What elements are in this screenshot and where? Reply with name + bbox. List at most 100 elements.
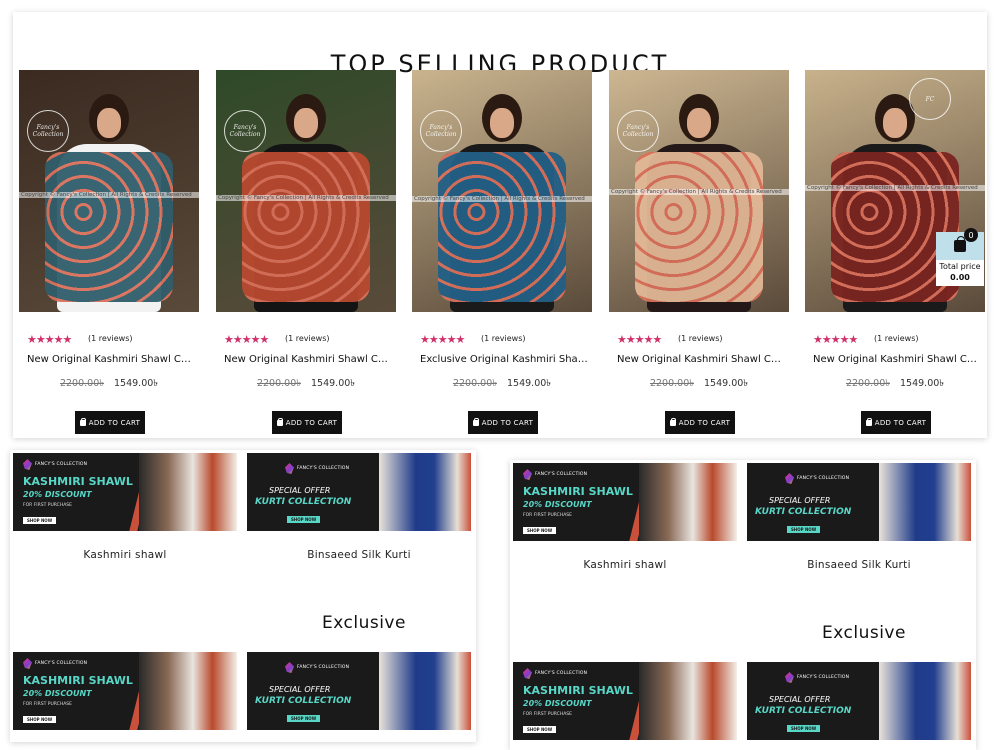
cart-bag-box[interactable]: 0 bbox=[936, 228, 984, 260]
review-count[interactable]: (1 reviews) bbox=[874, 334, 919, 343]
review-count[interactable]: (1 reviews) bbox=[88, 334, 133, 343]
shop-now-button[interactable]: SHOP NOW bbox=[787, 526, 821, 533]
shop-now-button[interactable]: SHOP NOW bbox=[23, 517, 57, 524]
brand-logo-icon bbox=[285, 662, 294, 673]
brand-logo-icon bbox=[785, 473, 794, 484]
rating-stars: ★★★★★ bbox=[27, 333, 72, 346]
model-face bbox=[294, 108, 318, 138]
brand-logo-icon bbox=[285, 463, 294, 474]
kashmiri-shawl-banner[interactable]: FANCY'S COLLECTION KASHMIRI SHAWL 20% DI… bbox=[513, 463, 737, 541]
product-name[interactable]: New Original Kashmiri Shawl Collection bbox=[27, 354, 195, 365]
rating-stars: ★★★★★ bbox=[617, 333, 662, 346]
add-to-cart-label: ADD TO CART bbox=[88, 418, 141, 427]
add-to-cart-button[interactable]: ADD TO CART bbox=[468, 411, 538, 434]
banner-collection-title: KURTI COLLECTION bbox=[755, 507, 852, 517]
product-name[interactable]: New Original Kashmiri Shawl Collection bbox=[813, 354, 981, 365]
kurti-collection-banner[interactable]: FANCY'S COLLECTION SPECIAL OFFER KURTI C… bbox=[247, 453, 471, 531]
category-caption-silk-kurti[interactable]: Binsaeed Silk Kurti bbox=[747, 559, 971, 571]
banner-subtext: FOR FIRST PURCHASE bbox=[23, 503, 72, 508]
banner-headline: KASHMIRI SHAWL bbox=[23, 475, 133, 488]
banner-discount: 20% DISCOUNT bbox=[23, 490, 92, 499]
brand-logo-text: FANCY'S COLLECTION bbox=[797, 675, 850, 680]
shop-now-button[interactable]: SHOP NOW bbox=[287, 516, 321, 523]
product-name[interactable]: New Original Kashmiri Shawl Collection bbox=[617, 354, 785, 365]
add-to-cart-button[interactable]: ADD TO CART bbox=[665, 411, 735, 434]
brand-logo-icon bbox=[23, 658, 32, 669]
product-name[interactable]: Exclusive Original Kashmiri Shawl Collec… bbox=[420, 354, 588, 365]
kashmiri-shawl-banner[interactable]: FANCY'S COLLECTION KASHMIRI SHAWL 20% DI… bbox=[13, 453, 237, 531]
product-image[interactable]: Fancy's Collection Copyright © Fancy's C… bbox=[216, 70, 396, 312]
sale-price: 1549.00৳ bbox=[114, 378, 159, 389]
product-name[interactable]: New Original Kashmiri Shawl Collection bbox=[224, 354, 392, 365]
price-row: 2200.00৳ 1549.00৳ bbox=[216, 377, 396, 392]
shop-now-button[interactable]: SHOP NOW bbox=[23, 716, 57, 723]
brand-watermark: Fancy's Collection bbox=[420, 110, 462, 152]
add-to-cart-label: ADD TO CART bbox=[874, 418, 927, 427]
banner-models-photo bbox=[639, 463, 737, 541]
shop-now-button[interactable]: SHOP NOW bbox=[287, 715, 321, 722]
brand-logo-text: FANCY'S COLLECTION bbox=[297, 665, 350, 670]
banner-model-photo bbox=[379, 453, 471, 531]
add-to-cart-button[interactable]: ADD TO CART bbox=[272, 411, 342, 434]
floating-cart-widget[interactable]: 0 Total price 0.00 bbox=[936, 228, 984, 286]
add-to-cart-label: ADD TO CART bbox=[481, 418, 534, 427]
sale-price: 1549.00৳ bbox=[900, 378, 945, 389]
copyright-strip: Copyright © Fancy's Collection | All Rig… bbox=[609, 189, 789, 195]
review-count[interactable]: (1 reviews) bbox=[678, 334, 723, 343]
category-caption-silk-kurti[interactable]: Binsaeed Silk Kurti bbox=[247, 549, 471, 561]
banner-discount: 20% DISCOUNT bbox=[523, 699, 592, 708]
category-caption-kashmiri-shawl[interactable]: Kashmiri shawl bbox=[13, 549, 237, 561]
model-face bbox=[883, 108, 907, 138]
product-image[interactable]: Fancy's Collection Copyright © Fancy's C… bbox=[19, 70, 199, 312]
product-card[interactable]: Fancy's Collection Copyright © Fancy's C… bbox=[216, 70, 396, 436]
model-face bbox=[490, 108, 514, 138]
sale-price: 1549.00৳ bbox=[311, 378, 356, 389]
kashmiri-shawl-banner[interactable]: FANCY'S COLLECTION KASHMIRI SHAWL 20% DI… bbox=[13, 652, 237, 730]
brand-logo: FANCY'S COLLECTION bbox=[523, 668, 587, 679]
banner-model-photo bbox=[379, 652, 471, 730]
banner-headline: SPECIAL OFFER bbox=[769, 496, 831, 505]
banner-subtext: FOR FIRST PURCHASE bbox=[523, 513, 572, 518]
shawl-pattern bbox=[242, 152, 370, 302]
banner-model-photo bbox=[879, 463, 971, 541]
shop-now-button[interactable]: SHOP NOW bbox=[787, 725, 821, 732]
add-to-cart-label: ADD TO CART bbox=[678, 418, 731, 427]
product-image[interactable]: Fancy's Collection Copyright © Fancy's C… bbox=[609, 70, 789, 312]
category-caption-kashmiri-shawl[interactable]: Kashmiri shawl bbox=[513, 559, 737, 571]
kurti-collection-banner[interactable]: FANCY'S COLLECTION SPECIAL OFFER KURTI C… bbox=[247, 652, 471, 730]
original-price: 2200.00৳ bbox=[452, 378, 497, 389]
brand-logo: FANCY'S COLLECTION bbox=[23, 459, 87, 470]
brand-watermark: FC bbox=[909, 78, 951, 120]
brand-logo: FANCY'S COLLECTION bbox=[285, 662, 349, 673]
exclusive-heading: Exclusive bbox=[322, 613, 406, 633]
cart-bag-icon bbox=[865, 417, 872, 426]
product-image[interactable]: Fancy's Collection Copyright © Fancy's C… bbox=[412, 70, 592, 312]
brand-logo-text: FANCY'S COLLECTION bbox=[797, 476, 850, 481]
cart-total-value: 0.00 bbox=[950, 273, 970, 282]
sale-price: 1549.00৳ bbox=[507, 378, 552, 389]
shop-now-button[interactable]: SHOP NOW bbox=[523, 527, 557, 534]
price-row: 2200.00৳ 1549.00৳ bbox=[609, 377, 789, 392]
rating-stars: ★★★★★ bbox=[813, 333, 858, 346]
shop-now-button[interactable]: SHOP NOW bbox=[523, 726, 557, 733]
review-count[interactable]: (1 reviews) bbox=[481, 334, 526, 343]
kurti-collection-banner[interactable]: FANCY'S COLLECTION SPECIAL OFFER KURTI C… bbox=[747, 662, 971, 740]
add-to-cart-button[interactable]: ADD TO CART bbox=[861, 411, 931, 434]
original-price: 2200.00৳ bbox=[845, 378, 890, 389]
banner-subtext: FOR FIRST PURCHASE bbox=[23, 702, 72, 707]
price-row: 2200.00৳ 1549.00৳ bbox=[412, 377, 592, 392]
product-card[interactable]: Fancy's Collection Copyright © Fancy's C… bbox=[19, 70, 199, 436]
product-card[interactable]: Fancy's Collection Copyright © Fancy's C… bbox=[609, 70, 789, 436]
brand-logo-text: FANCY'S COLLECTION bbox=[535, 472, 588, 477]
review-count[interactable]: (1 reviews) bbox=[285, 334, 330, 343]
cart-bag-icon bbox=[276, 417, 283, 426]
copyright-strip: Copyright © Fancy's Collection | All Rig… bbox=[216, 195, 396, 201]
product-card[interactable]: Fancy's Collection Copyright © Fancy's C… bbox=[412, 70, 592, 436]
kurti-collection-banner[interactable]: FANCY'S COLLECTION SPECIAL OFFER KURTI C… bbox=[747, 463, 971, 541]
kashmiri-shawl-banner[interactable]: FANCY'S COLLECTION KASHMIRI SHAWL 20% DI… bbox=[513, 662, 737, 740]
add-to-cart-button[interactable]: ADD TO CART bbox=[75, 411, 145, 434]
banner-headline: SPECIAL OFFER bbox=[269, 685, 331, 694]
brand-logo-icon bbox=[523, 469, 532, 480]
brand-logo-icon bbox=[23, 459, 32, 470]
cart-count-badge: 0 bbox=[964, 228, 978, 242]
